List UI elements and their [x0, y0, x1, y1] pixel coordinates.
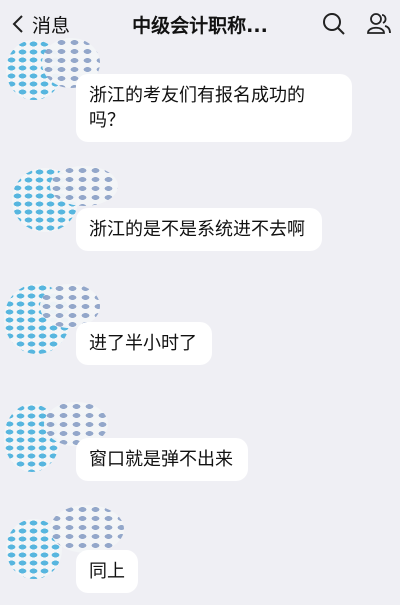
message-bubble[interactable]: 浙江的是不是系统进不去啊	[76, 208, 322, 251]
message-row: 浙江的是不是系统进不去啊	[0, 162, 400, 262]
group-members-icon[interactable]	[366, 11, 392, 37]
chevron-left-icon	[12, 15, 23, 33]
message-row: 同上	[0, 505, 400, 605]
back-label: 消息	[32, 14, 71, 37]
message-bubble[interactable]: 窗口就是弹不出来	[76, 438, 248, 481]
chat-title: 中级会计职称...	[132, 15, 268, 37]
message-row: 进了半小时了	[0, 280, 400, 380]
message-row: 浙江的考友们有报名成功的吗？	[0, 38, 400, 150]
message-row: 窗口就是弹不出来	[0, 398, 400, 498]
sender-avatar-pattern	[50, 166, 118, 206]
back-button[interactable]: 消息	[8, 9, 70, 39]
message-bubble[interactable]: 进了半小时了	[76, 322, 212, 365]
search-icon[interactable]	[321, 11, 347, 37]
sender-avatar-pattern	[50, 505, 124, 553]
message-bubble[interactable]: 浙江的考友们有报名成功的吗？	[76, 74, 352, 142]
message-bubble[interactable]: 同上	[76, 550, 138, 593]
